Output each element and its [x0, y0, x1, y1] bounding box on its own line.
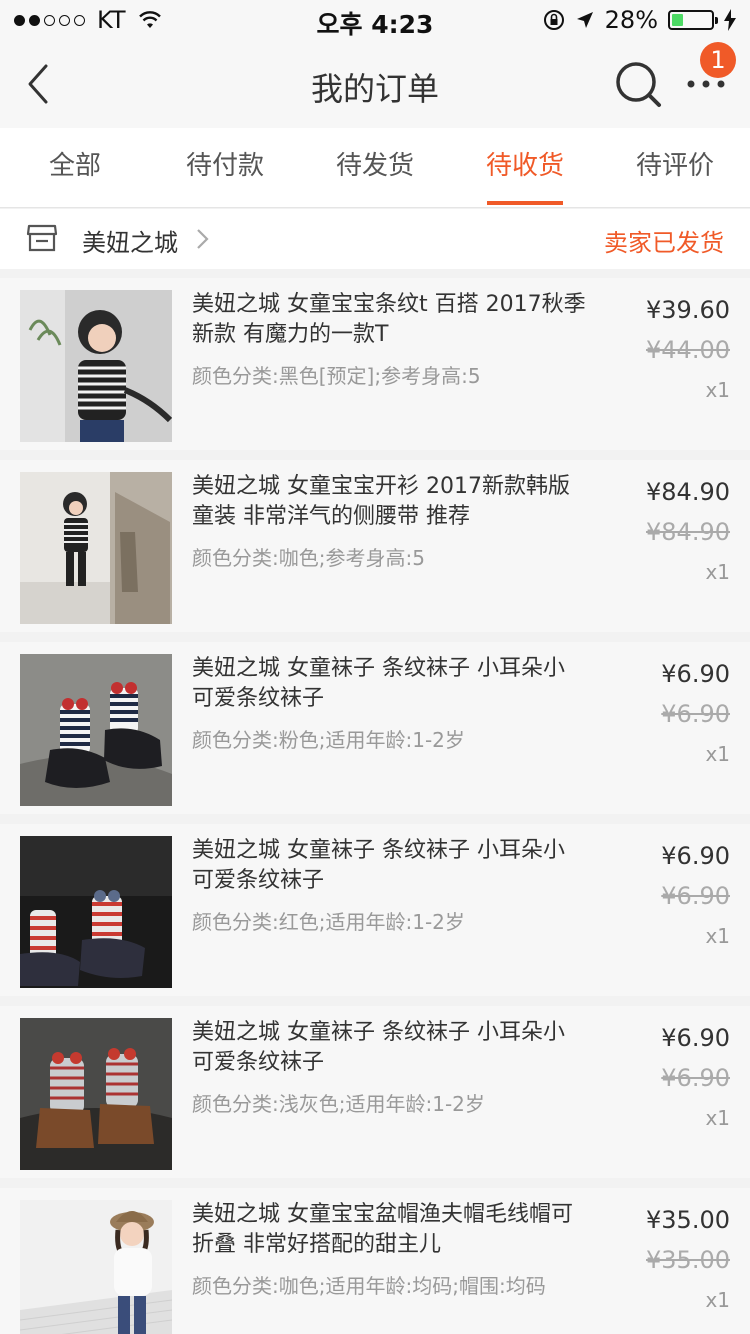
battery-icon	[668, 10, 718, 30]
status-bar: KT 오후 4:23 28%	[0, 0, 750, 40]
tab-pending-review[interactable]: 待评价	[600, 128, 750, 207]
product-quantity: x1	[705, 924, 730, 948]
product-quantity: x1	[705, 1288, 730, 1312]
product-sku: 颜色分类:咖色;参考身高:5	[192, 546, 425, 570]
product-price: ¥6.90	[661, 1024, 730, 1052]
product-price: ¥6.90	[661, 660, 730, 688]
orientation-lock-icon	[543, 10, 564, 30]
product-image[interactable]	[20, 472, 172, 624]
charging-bolt-icon	[724, 9, 736, 31]
shop-icon	[26, 224, 58, 252]
product-title[interactable]: 美妞之城 女童袜子 条纹袜子 小耳朵小可爱条纹袜子	[192, 1018, 586, 1078]
product-original-price: ¥44.00	[646, 336, 730, 364]
shop-header[interactable]: 美妞之城 卖家已发货	[0, 209, 750, 269]
tab-all[interactable]: 全部	[0, 128, 150, 207]
order-item[interactable]: 美妞之城 女童宝宝条纹t 百搭 2017秋季新款 有魔力的一款T 颜色分类:黑色…	[0, 278, 750, 450]
location-arrow-icon	[576, 12, 593, 28]
product-sku: 颜色分类:浅灰色;适用年龄:1-2岁	[192, 1092, 485, 1116]
product-title[interactable]: 美妞之城 女童宝宝条纹t 百搭 2017秋季新款 有魔力的一款T	[192, 290, 586, 350]
tab-pending-receipt[interactable]: 待收货	[450, 128, 600, 207]
product-title[interactable]: 美妞之城 女童袜子 条纹袜子 小耳朵小可爱条纹袜子	[192, 654, 586, 714]
product-quantity: x1	[705, 742, 730, 766]
tab-pending-payment[interactable]: 待付款	[150, 128, 300, 207]
order-item[interactable]: 美妞之城 女童宝宝开衫 2017新款韩版童装 非常洋气的侧腰带 推荐 颜色分类:…	[0, 460, 750, 632]
search-icon[interactable]	[612, 58, 664, 110]
product-sku: 颜色分类:红色;适用年龄:1-2岁	[192, 910, 465, 934]
chevron-right-icon	[197, 229, 209, 249]
status-right: 28%	[543, 6, 736, 34]
product-original-price: ¥6.90	[661, 1064, 730, 1092]
product-price: ¥39.60	[646, 296, 730, 324]
battery-percent: 28%	[604, 6, 658, 34]
product-original-price: ¥6.90	[661, 882, 730, 910]
notification-badge: 1	[700, 42, 736, 78]
product-image[interactable]	[20, 654, 172, 806]
product-sku: 颜色分类:黑色[预定];参考身高:5	[192, 364, 481, 388]
product-title[interactable]: 美妞之城 女童袜子 条纹袜子 小耳朵小可爱条纹袜子	[192, 836, 586, 896]
order-item[interactable]: 美妞之城 女童袜子 条纹袜子 小耳朵小可爱条纹袜子 颜色分类:浅灰色;适用年龄:…	[0, 1006, 750, 1178]
product-sku: 颜色分类:咖色;适用年龄:均码;帽围:均码	[192, 1274, 546, 1298]
product-sku: 颜色分类:粉色;适用年龄:1-2岁	[192, 728, 465, 752]
product-image[interactable]	[20, 836, 172, 988]
order-status: 卖家已发货	[604, 229, 724, 257]
order-item-list: 美妞之城 女童宝宝条纹t 百搭 2017秋季新款 有魔力的一款T 颜色分类:黑色…	[0, 278, 750, 1334]
product-image[interactable]	[20, 1018, 172, 1170]
product-image[interactable]	[20, 1200, 172, 1334]
tab-pending-shipment[interactable]: 待发货	[300, 128, 450, 207]
nav-bar: 我的订单 1	[0, 40, 750, 128]
product-quantity: x1	[705, 560, 730, 584]
product-original-price: ¥35.00	[646, 1246, 730, 1274]
product-title[interactable]: 美妞之城 女童宝宝开衫 2017新款韩版童装 非常洋气的侧腰带 推荐	[192, 472, 586, 532]
product-price: ¥35.00	[646, 1206, 730, 1234]
order-item[interactable]: 美妞之城 女童宝宝盆帽渔夫帽毛线帽可折叠 非常好搭配的甜主儿 颜色分类:咖色;适…	[0, 1188, 750, 1334]
product-quantity: x1	[705, 1106, 730, 1130]
shop-name[interactable]: 美妞之城	[82, 223, 178, 258]
product-quantity: x1	[705, 378, 730, 402]
product-price: ¥6.90	[661, 842, 730, 870]
order-tabs: 全部 待付款 待发货 待收货 待评价	[0, 128, 750, 208]
product-image[interactable]	[20, 290, 172, 442]
product-original-price: ¥84.90	[646, 518, 730, 546]
product-original-price: ¥6.90	[661, 700, 730, 728]
product-title[interactable]: 美妞之城 女童宝宝盆帽渔夫帽毛线帽可折叠 非常好搭配的甜主儿	[192, 1200, 586, 1260]
product-price: ¥84.90	[646, 478, 730, 506]
order-item[interactable]: 美妞之城 女童袜子 条纹袜子 小耳朵小可爱条纹袜子 颜色分类:红色;适用年龄:1…	[0, 824, 750, 996]
order-item[interactable]: 美妞之城 女童袜子 条纹袜子 小耳朵小可爱条纹袜子 颜色分类:粉色;适用年龄:1…	[0, 642, 750, 814]
